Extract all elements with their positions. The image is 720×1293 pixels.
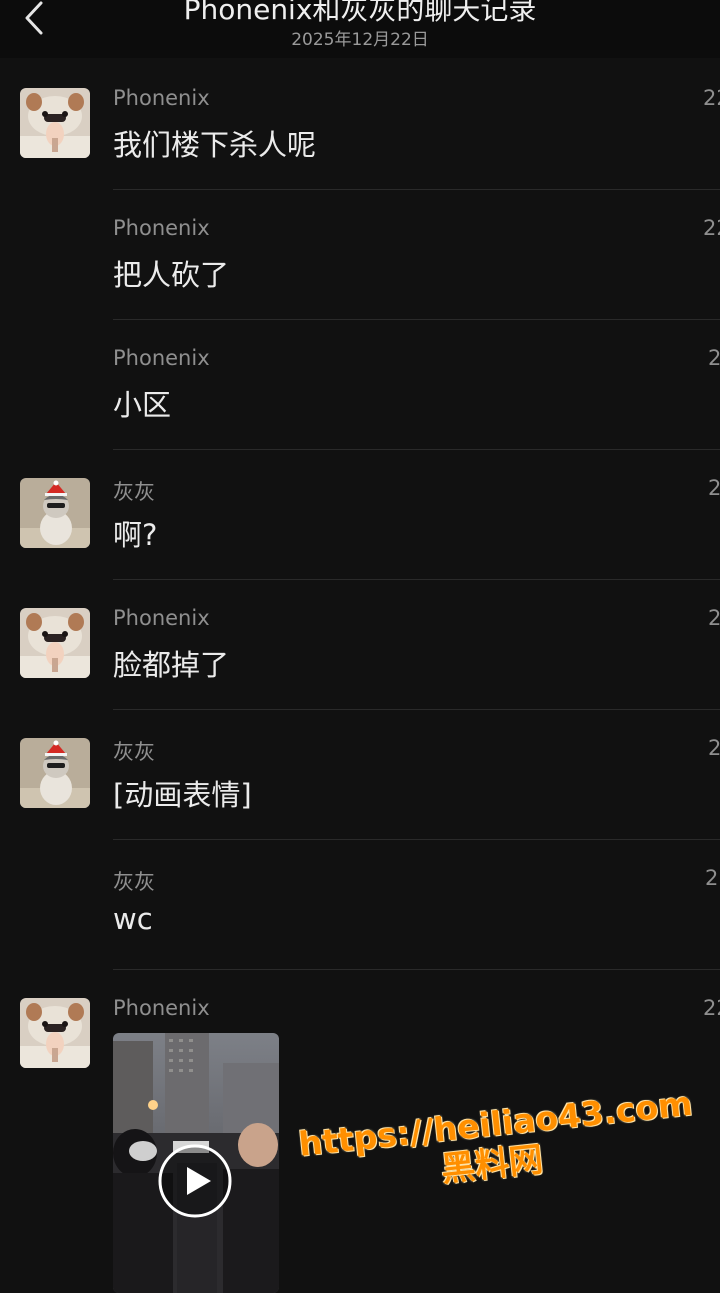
sender-name: Phonenix: [113, 216, 210, 240]
avatar-phonenix[interactable]: [20, 88, 90, 158]
message-item[interactable]: Phonenix 2 小区: [0, 320, 720, 450]
message-text[interactable]: 把人砍了: [113, 252, 229, 294]
message-time: 22: [703, 996, 720, 1020]
message-item[interactable]: Phonenix 22 我们楼下杀人呢: [0, 60, 720, 190]
sender-name: 灰灰: [113, 870, 155, 894]
sender-name: 灰灰: [113, 740, 155, 764]
message-text[interactable]: 脸都掉了: [113, 642, 229, 684]
avatar-huihui[interactable]: [20, 738, 90, 808]
message-item[interactable]: 灰灰 2 啊?: [0, 450, 720, 580]
message-text[interactable]: 我们楼下杀人呢: [113, 122, 316, 164]
message-time: 2: [708, 476, 720, 500]
avatar-phonenix[interactable]: [20, 998, 90, 1068]
sender-name: Phonenix: [113, 996, 210, 1020]
sender-name: Phonenix: [113, 346, 210, 370]
message-item[interactable]: 灰灰 2 [动画表情]: [0, 710, 720, 840]
chat-history-header: Phonenix和灰灰的聊天记录 2025年12月22日: [0, 0, 720, 58]
message-time: 22: [703, 86, 720, 110]
chat-date: 2025年12月22日: [291, 30, 429, 50]
message-text[interactable]: 啊?: [113, 512, 157, 554]
message-item[interactable]: Phonenix 22 把人砍了: [0, 190, 720, 320]
avatar-phonenix[interactable]: [20, 608, 90, 678]
page-title: Phonenix和灰灰的聊天记录: [183, 0, 537, 26]
message-text[interactable]: [动画表情]: [113, 772, 252, 814]
message-time: 2: [708, 346, 720, 370]
message-text[interactable]: wc: [113, 902, 153, 936]
message-item[interactable]: 灰灰 2: wc: [0, 840, 720, 970]
play-icon[interactable]: [157, 1143, 233, 1219]
sender-name: Phonenix: [113, 606, 210, 630]
message-time: 22: [703, 216, 720, 240]
message-time: 2:: [705, 866, 720, 890]
video-message-thumbnail[interactable]: [113, 1033, 279, 1293]
sender-name: Phonenix: [113, 86, 210, 110]
sender-name: 灰灰: [113, 480, 155, 504]
message-text[interactable]: 小区: [113, 382, 171, 424]
message-item[interactable]: Phonenix 2 脸都掉了: [0, 580, 720, 710]
message-time: 2: [708, 736, 720, 760]
avatar-huihui[interactable]: [20, 478, 90, 548]
message-time: 2: [708, 606, 720, 630]
